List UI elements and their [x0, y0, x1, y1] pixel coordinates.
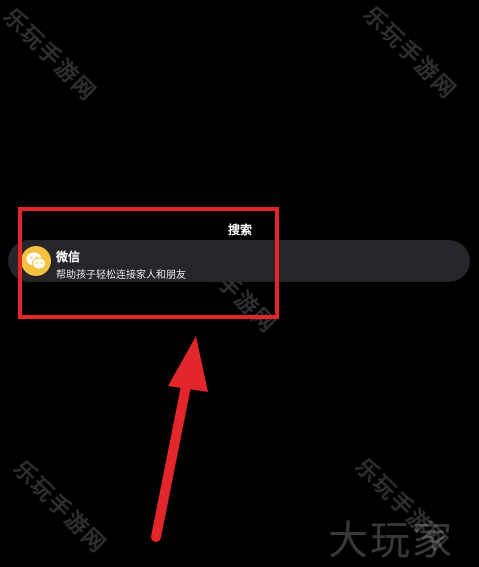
brand-watermark: 大玩家 — [328, 518, 454, 564]
watermark-text: 乐玩手游网 — [0, 4, 101, 107]
highlight-box — [18, 207, 279, 319]
watermark-text: 乐玩手游网 — [358, 2, 461, 105]
watermark-text: 乐玩手游网 — [8, 456, 111, 559]
